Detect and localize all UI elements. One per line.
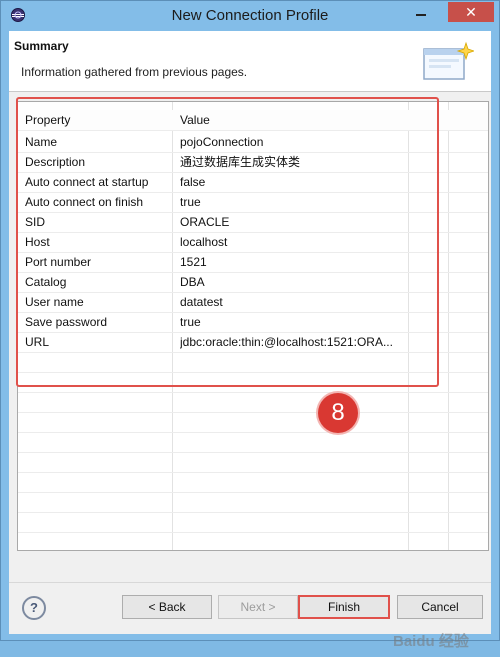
cancel-button[interactable]: Cancel: [397, 595, 483, 619]
row-divider: [18, 392, 488, 393]
row-divider: [18, 492, 488, 493]
row-divider: [18, 452, 488, 453]
connection-wizard-icon: [423, 41, 474, 80]
footer-divider: [9, 582, 491, 583]
step-number-badge: 8: [318, 393, 358, 433]
baidu-watermark: Baidu 经验: [393, 633, 469, 650]
row-divider: [18, 412, 488, 413]
row-divider: [18, 472, 488, 473]
next-button[interactable]: Next >: [218, 595, 298, 619]
row-divider: [18, 432, 488, 433]
row-divider: [18, 532, 488, 533]
help-button[interactable]: ?: [22, 596, 46, 620]
wizard-header: Summary Information gathered from previo…: [9, 31, 491, 92]
back-button[interactable]: < Back: [122, 595, 212, 619]
dialog-content: Summary Information gathered from previo…: [9, 31, 491, 650]
page-title: Summary: [14, 39, 69, 53]
close-button[interactable]: ✕: [448, 2, 494, 22]
dialog-window: New Connection Profile ✕ Summary Informa…: [0, 0, 500, 650]
minimize-button[interactable]: [408, 2, 434, 22]
highlight-annotation-box: [16, 97, 439, 387]
row-divider: [18, 512, 488, 513]
title-bar[interactable]: New Connection Profile ✕: [1, 1, 499, 31]
page-description: Information gathered from previous pages…: [21, 65, 248, 79]
finish-button[interactable]: Finish: [298, 595, 390, 619]
